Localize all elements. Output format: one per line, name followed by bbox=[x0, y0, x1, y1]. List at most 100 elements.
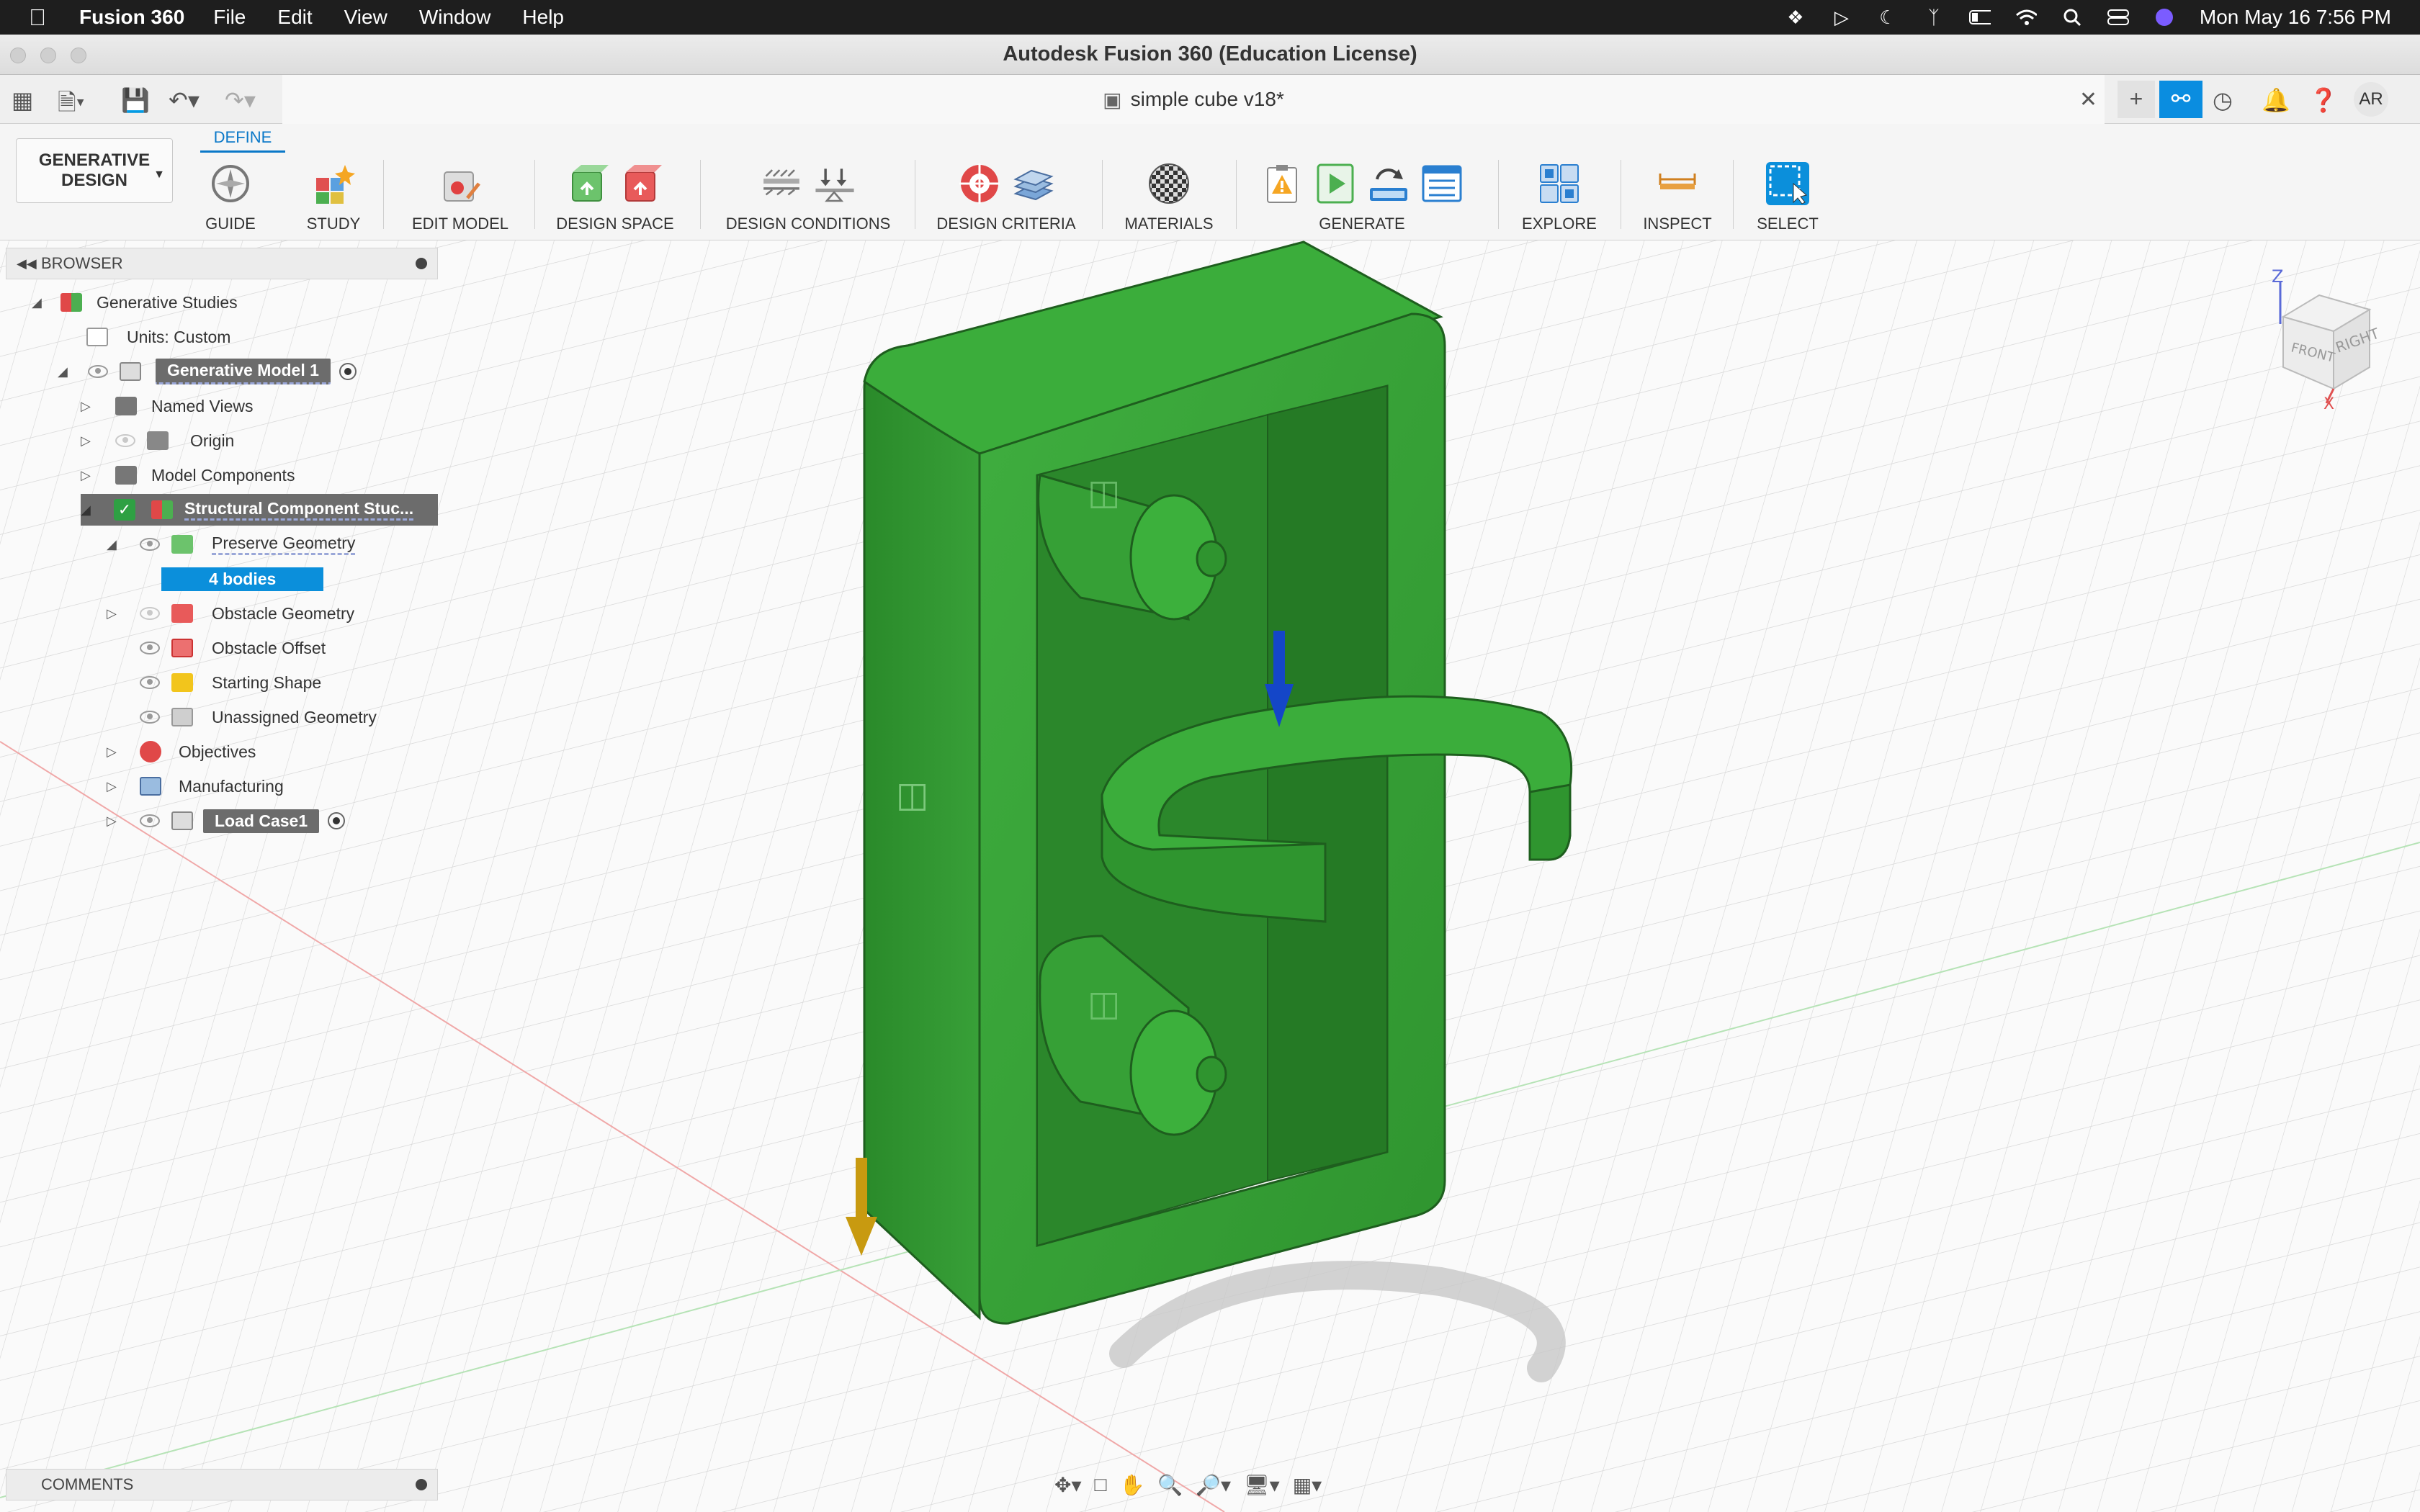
design-criteria-group[interactable]: DESIGN CRITERIA bbox=[929, 157, 1083, 236]
zoom-window-button[interactable] bbox=[71, 48, 86, 63]
zoom-window-icon[interactable]: 🔎▾ bbox=[1196, 1473, 1231, 1497]
dropbox-icon[interactable]: ❖ bbox=[1785, 6, 1806, 28]
design-space-group[interactable]: DESIGN SPACE bbox=[550, 157, 680, 236]
new-tab-icon[interactable]: + bbox=[2118, 81, 2155, 118]
browser-item-generative-model[interactable]: ◢ Generative Model 1 bbox=[58, 356, 357, 387]
collapse-panel-icon[interactable]: ◀◀ bbox=[17, 256, 37, 271]
browser-item-named-views[interactable]: ▷ Named Views bbox=[81, 390, 253, 422]
visibility-eye-icon[interactable] bbox=[140, 538, 160, 551]
moon-icon[interactable]: ☾ bbox=[1877, 6, 1899, 28]
save-icon[interactable]: 💾 bbox=[121, 86, 150, 114]
data-panel-icon[interactable]: ⚯ bbox=[2159, 81, 2202, 118]
expand-triangle-icon[interactable]: ▷ bbox=[107, 744, 117, 760]
browser-item-units[interactable]: Units: Custom bbox=[86, 321, 230, 353]
expand-triangle-icon[interactable]: ▷ bbox=[81, 433, 91, 449]
canvas-viewport[interactable]: ◫ ◫ ◫ Z FRONT RIGHT X bbox=[0, 240, 2420, 1512]
hidden-eye-icon[interactable] bbox=[140, 607, 160, 620]
study-group[interactable]: STUDY bbox=[291, 157, 376, 236]
expand-triangle-icon[interactable]: ▷ bbox=[107, 779, 117, 794]
model-canvas[interactable]: ◫ ◫ ◫ bbox=[0, 240, 2420, 1512]
expand-triangle-icon[interactable]: ▷ bbox=[81, 468, 91, 483]
siri-icon[interactable] bbox=[2154, 8, 2175, 27]
close-tab-icon[interactable]: ✕ bbox=[2079, 87, 2097, 112]
browser-item-generative-studies[interactable]: ◢ Generative Studies bbox=[32, 287, 238, 318]
notifications-icon[interactable]: 🔔 bbox=[2262, 86, 2290, 114]
menu-window[interactable]: Window bbox=[419, 6, 491, 29]
menubar-clock[interactable]: Mon May 16 7:56 PM bbox=[2200, 6, 2391, 29]
comments-panel[interactable]: COMMENTS bbox=[6, 1469, 438, 1500]
collapse-triangle-icon[interactable]: ◢ bbox=[58, 364, 68, 379]
inspect-group[interactable]: INSPECT bbox=[1635, 157, 1720, 236]
browser-item-preserve-geometry[interactable]: ◢ Preserve Geometry bbox=[107, 528, 356, 560]
menu-edit[interactable]: Edit bbox=[277, 6, 312, 29]
play-icon[interactable]: ▷ bbox=[1831, 6, 1852, 28]
browser-item-structural-component-study[interactable]: ◢ ✓ Structural Component Stuc... bbox=[81, 494, 438, 526]
visibility-eye-icon[interactable] bbox=[140, 814, 160, 827]
user-avatar[interactable]: AR bbox=[2354, 82, 2388, 117]
design-space-label: DESIGN SPACE bbox=[556, 215, 674, 233]
visibility-eye-icon[interactable] bbox=[140, 711, 160, 724]
panel-options-icon[interactable] bbox=[416, 258, 427, 269]
browser-item-manufacturing[interactable]: ▷ Manufacturing bbox=[107, 770, 284, 802]
select-group[interactable]: SELECT bbox=[1746, 157, 1829, 236]
orbit-icon[interactable]: ✥▾ bbox=[1054, 1473, 1082, 1497]
zoom-icon[interactable]: 🔍 bbox=[1157, 1473, 1183, 1497]
browser-item-origin[interactable]: ▷ Origin bbox=[81, 425, 234, 456]
workspace-switcher[interactable]: GENERATIVE DESIGN ▼ bbox=[16, 138, 173, 203]
visibility-eye-icon[interactable] bbox=[140, 676, 160, 689]
browser-item-model-components[interactable]: ▷ Model Components bbox=[81, 459, 295, 491]
bluetooth-icon[interactable]: ᛉ bbox=[1923, 6, 1945, 28]
explore-group[interactable]: EXPLORE bbox=[1512, 157, 1606, 236]
activate-radio-icon[interactable] bbox=[339, 363, 357, 380]
view-cube[interactable]: Z FRONT RIGHT X bbox=[2269, 266, 2391, 410]
expand-triangle-icon[interactable]: ▷ bbox=[107, 814, 117, 829]
browser-item-obstacle-geometry[interactable]: ▷ Obstacle Geometry bbox=[107, 598, 354, 629]
expand-triangle-icon[interactable]: ▷ bbox=[81, 399, 91, 414]
browser-item-obstacle-offset[interactable]: Obstacle Offset bbox=[140, 632, 326, 664]
generate-group[interactable]: GENERATE bbox=[1253, 157, 1471, 236]
undo-icon[interactable]: ↶▾ bbox=[169, 86, 200, 114]
job-status-icon[interactable]: ◷ bbox=[2213, 86, 2233, 114]
collapse-triangle-icon[interactable]: ◢ bbox=[32, 295, 42, 310]
browser-item-starting-shape[interactable]: Starting Shape bbox=[140, 667, 321, 698]
design-conditions-group[interactable]: DESIGN CONDITIONS bbox=[716, 157, 900, 236]
display-settings-icon[interactable]: 🖥▾ bbox=[1244, 1473, 1280, 1497]
spotlight-search-icon[interactable] bbox=[2061, 8, 2083, 27]
obstacle-geometry-icon bbox=[625, 165, 662, 202]
apple-icon[interactable]:  bbox=[29, 4, 62, 31]
look-at-icon[interactable]: □ bbox=[1095, 1473, 1107, 1496]
file-menu-icon[interactable]: 🗎▾ bbox=[58, 86, 85, 125]
document-tab[interactable]: ▣ simple cube v18* ✕ bbox=[282, 75, 2105, 124]
wifi-icon[interactable] bbox=[2015, 8, 2037, 27]
collapse-triangle-icon[interactable]: ◢ bbox=[81, 503, 91, 518]
expand-triangle-icon[interactable]: ▷ bbox=[107, 606, 117, 621]
visibility-eye-icon[interactable] bbox=[140, 642, 160, 654]
grid-settings-icon[interactable]: ▦▾ bbox=[1293, 1473, 1322, 1497]
add-comment-icon[interactable] bbox=[416, 1479, 427, 1490]
edit-model-group[interactable]: EDIT MODEL bbox=[399, 157, 521, 236]
guide-group[interactable]: GUIDE bbox=[194, 157, 266, 236]
minimize-window-button[interactable] bbox=[40, 48, 56, 63]
hidden-eye-icon[interactable] bbox=[115, 434, 135, 447]
browser-item-4-bodies[interactable]: 4 bodies bbox=[161, 563, 324, 595]
browser-item-load-case[interactable]: ▷ Load Case1 bbox=[107, 805, 346, 837]
menu-view[interactable]: View bbox=[344, 6, 387, 29]
collapse-triangle-icon[interactable]: ◢ bbox=[107, 537, 117, 552]
help-icon[interactable]: ❓ bbox=[2309, 86, 2338, 114]
browser-item-objectives[interactable]: ▷ Objectives bbox=[107, 736, 256, 768]
tab-define[interactable]: DEFINE bbox=[200, 125, 285, 153]
menu-help[interactable]: Help bbox=[522, 6, 564, 29]
browser-item-unassigned-geometry[interactable]: Unassigned Geometry bbox=[140, 701, 377, 733]
pan-icon[interactable]: ✋ bbox=[1119, 1473, 1144, 1497]
battery-icon[interactable] bbox=[1968, 8, 1991, 27]
close-window-button[interactable] bbox=[10, 48, 26, 63]
menu-file[interactable]: File bbox=[213, 6, 246, 29]
visibility-eye-icon[interactable] bbox=[88, 365, 108, 378]
control-center-icon[interactable] bbox=[2107, 8, 2129, 27]
browser-panel-header[interactable]: ◀◀ BROWSER bbox=[6, 248, 438, 279]
redo-icon[interactable]: ↷▾ bbox=[225, 86, 256, 114]
activate-radio-icon[interactable] bbox=[328, 812, 346, 829]
app-grid-icon[interactable]: ▦ bbox=[12, 86, 33, 114]
app-menu[interactable]: Fusion 360 bbox=[79, 6, 184, 29]
materials-group[interactable]: MATERIALS bbox=[1115, 157, 1223, 236]
